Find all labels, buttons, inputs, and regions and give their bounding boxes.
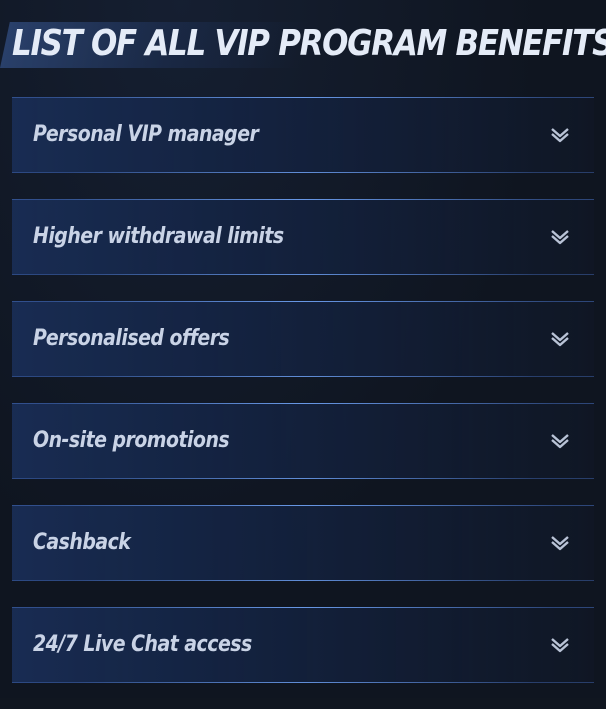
accordion-item-label: Higher withdrawal limits	[33, 224, 284, 249]
chevron-down-icon[interactable]	[550, 534, 570, 552]
accordion-item-label: Personal VIP manager	[33, 122, 259, 147]
accordion-item-higher-withdrawal-limits[interactable]: Higher withdrawal limits	[12, 199, 594, 275]
chevron-down-icon[interactable]	[550, 636, 570, 654]
accordion-item-cashback[interactable]: Cashback	[12, 505, 594, 581]
chevron-down-icon[interactable]	[550, 330, 570, 348]
accordion-item-label: On-site promotions	[33, 428, 230, 453]
vip-benefits-page: LIST OF ALL VIP PROGRAM BENEFITS Persona…	[0, 0, 606, 698]
benefits-accordion: Personal VIP manager Higher withdrawal l…	[12, 97, 594, 709]
page-title: LIST OF ALL VIP PROGRAM BENEFITS	[12, 23, 606, 64]
chevron-down-icon[interactable]	[550, 126, 570, 144]
accordion-item-personalised-offers[interactable]: Personalised offers	[12, 301, 594, 377]
accordion-item-live-chat-access[interactable]: 24/7 Live Chat access	[12, 607, 594, 683]
accordion-item-personal-vip-manager[interactable]: Personal VIP manager	[12, 97, 594, 173]
accordion-item-on-site-promotions[interactable]: On-site promotions	[12, 403, 594, 479]
chevron-down-icon[interactable]	[550, 432, 570, 450]
accordion-item-label: 24/7 Live Chat access	[33, 632, 252, 657]
title-banner: LIST OF ALL VIP PROGRAM BENEFITS	[0, 18, 606, 70]
accordion-item-label: Cashback	[33, 530, 131, 555]
accordion-item-label: Personalised offers	[33, 326, 230, 351]
chevron-down-icon[interactable]	[550, 228, 570, 246]
